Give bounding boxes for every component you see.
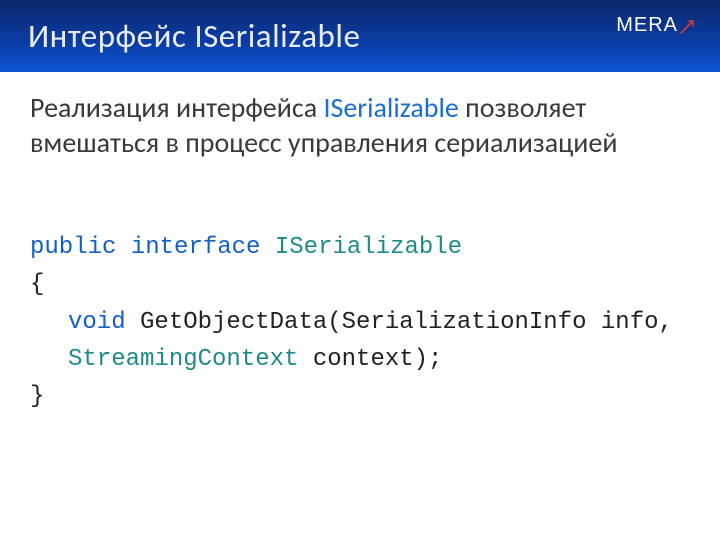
arrow-icon: [680, 18, 696, 34]
code-type-streamingcontext: StreamingContext: [68, 346, 298, 373]
desc-part1: Реализация интерфейса: [30, 90, 323, 125]
code-method-sig: GetObjectData(SerializationInfo info,: [126, 309, 673, 336]
code-brace-open: {: [30, 271, 44, 298]
slide-title: Интерфейс ISerializable: [28, 16, 360, 56]
code-keyword-public: public: [30, 234, 116, 261]
desc-highlight: ISerializable: [323, 90, 458, 125]
code-keyword-void: void: [68, 309, 126, 336]
brand-logo: MERA: [616, 14, 696, 37]
title-bar: Интерфейс ISerializable MERA: [0, 0, 720, 72]
slide-body: Реализация интерфейса ISerializable позв…: [0, 72, 720, 452]
code-keyword-interface: interface: [131, 234, 261, 261]
description-text: Реализация интерфейса ISerializable позв…: [30, 90, 690, 160]
code-block: public interface ISerializable { void Ge…: [30, 192, 690, 452]
brand-logo-text: MERA: [616, 14, 678, 37]
code-brace-close: }: [30, 383, 44, 410]
code-type-iserializable: ISerializable: [275, 234, 462, 261]
slide: Интерфейс ISerializable MERA Реализация …: [0, 0, 720, 540]
code-param-tail: context);: [298, 346, 442, 373]
